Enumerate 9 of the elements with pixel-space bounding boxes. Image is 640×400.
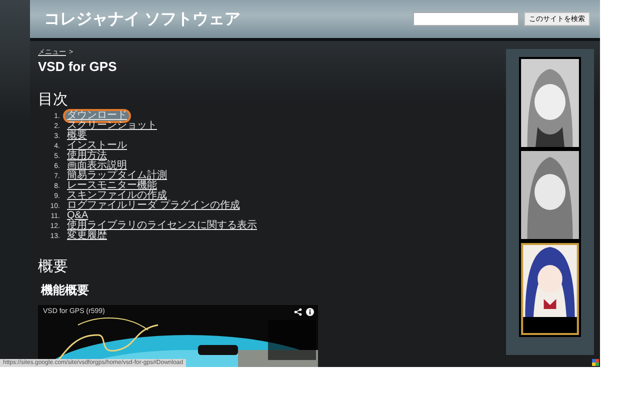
share-icon[interactable]: [294, 308, 302, 316]
subsection-heading: 機能概要: [41, 282, 90, 299]
section-heading: 概要: [38, 257, 69, 276]
page-title: VSD for GPS: [38, 59, 118, 74]
toc-heading: 目次: [38, 90, 69, 109]
info-icon[interactable]: [306, 308, 314, 316]
search-field[interactable]: [413, 12, 519, 26]
plugin-icon: [592, 359, 599, 366]
toc-link[interactable]: 変更履歴: [63, 229, 111, 243]
